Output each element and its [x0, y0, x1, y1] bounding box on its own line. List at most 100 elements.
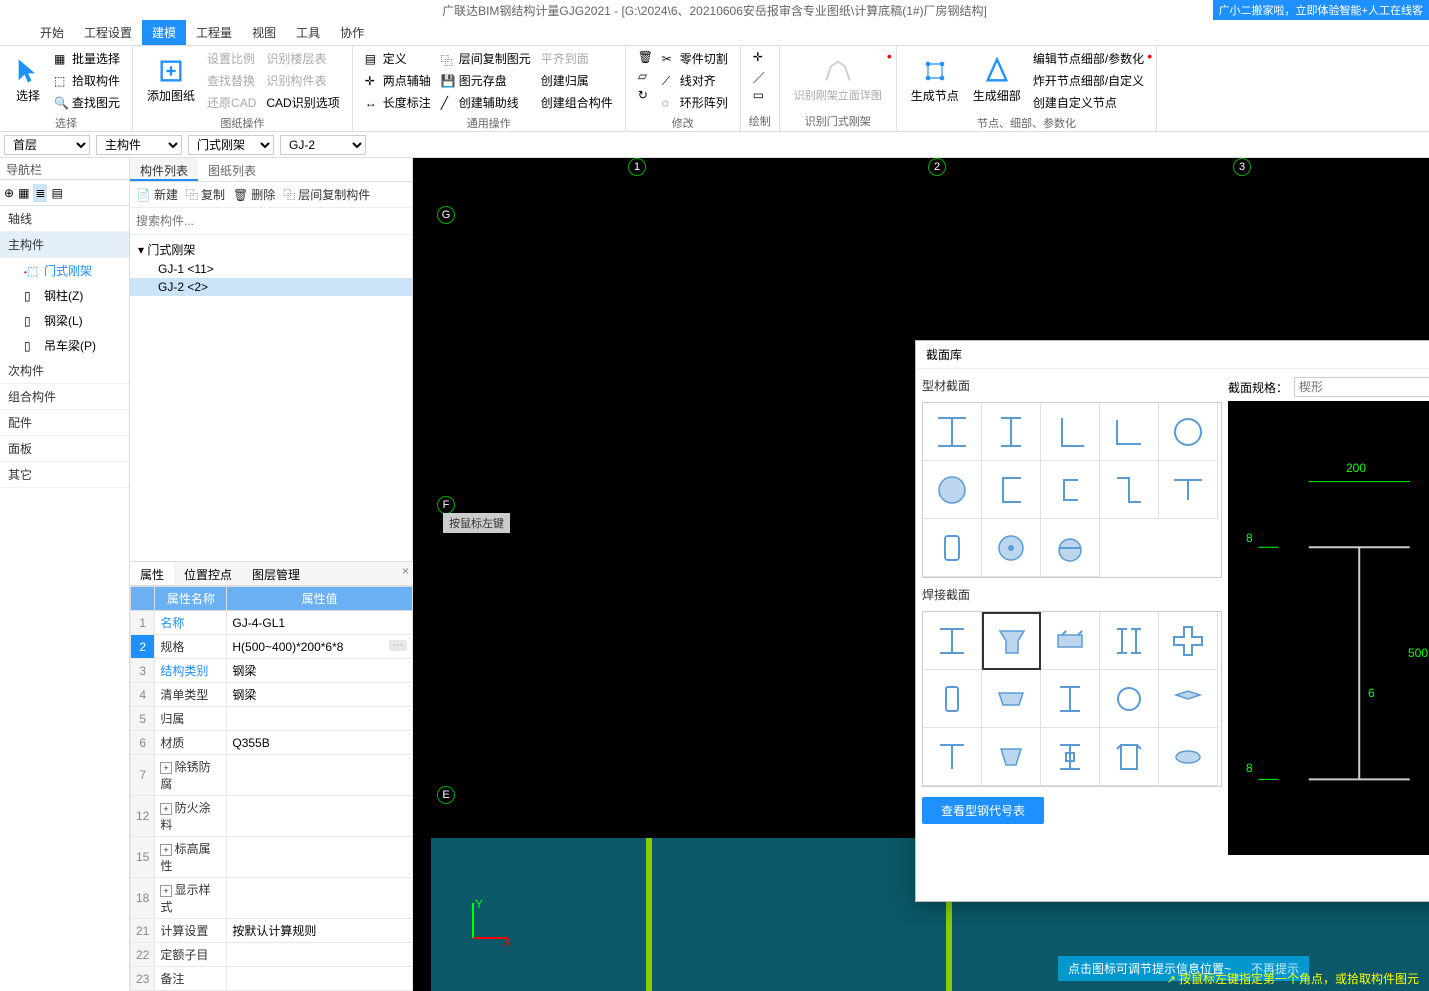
property-row[interactable]: 21计算设置按默认计算规则 [131, 919, 413, 943]
cad-options-button[interactable]: CAD识别选项 [262, 92, 343, 113]
property-row[interactable]: 3结构类别钢梁 [131, 659, 413, 683]
section-shape[interactable] [1100, 728, 1159, 786]
steel-code-link[interactable]: 查看型钢代号表 [922, 797, 1044, 824]
section-shape[interactable] [1100, 612, 1159, 670]
tab-drawing-list[interactable]: 图纸列表 [198, 158, 266, 181]
section-shape[interactable] [923, 612, 982, 670]
spec-input[interactable] [1294, 377, 1429, 397]
property-row[interactable]: 4清单类型钢梁 [131, 683, 413, 707]
property-row[interactable]: 23备注 [131, 967, 413, 991]
section-shape[interactable] [1041, 670, 1100, 728]
menu-tab-1[interactable]: 工程设置 [74, 20, 142, 45]
tab-member-list[interactable]: 构件列表 [130, 158, 198, 181]
section-shape[interactable] [982, 403, 1041, 461]
draw-line-button[interactable]: ／ [749, 67, 771, 85]
define-button[interactable]: ▤定义 [361, 48, 435, 69]
menu-tab-4[interactable]: 视图 [242, 20, 286, 45]
save-elem-button[interactable]: 💾图元存盘 [437, 70, 535, 91]
align-button[interactable]: 平齐到面 [537, 48, 617, 69]
nav-item[interactable]: ▯吊车梁(P) [0, 333, 129, 358]
nav-tool-icon[interactable]: ≣ [33, 184, 47, 202]
more-icon[interactable]: ⋯ [389, 640, 407, 651]
restore-cad-button[interactable]: 还原CAD [203, 92, 260, 113]
property-row[interactable]: 1名称GJ-4-GL1 [131, 611, 413, 635]
section-shape[interactable] [923, 670, 982, 728]
search-input[interactable] [134, 212, 408, 230]
section-shape[interactable] [982, 670, 1041, 728]
section-shape[interactable] [1041, 519, 1100, 577]
tab-position[interactable]: 位置控点 [174, 562, 242, 585]
section-shape[interactable] [1159, 612, 1218, 670]
line-align-button[interactable]: ⟋线对齐 [658, 70, 732, 91]
draw-rect-button[interactable]: ▭ [749, 86, 771, 104]
property-row[interactable]: 22定额子目 [131, 943, 413, 967]
section-shape[interactable] [1041, 461, 1100, 519]
tree-leaf[interactable]: GJ-2 <2> [130, 278, 412, 296]
nav-tool-icon[interactable]: ▦ [18, 186, 29, 200]
menu-tab-6[interactable]: 协作 [330, 20, 374, 45]
delete-member-button[interactable]: 🗑删除 [233, 186, 275, 203]
nav-tool-icon[interactable]: ▤ [51, 186, 62, 200]
draw-point-button[interactable]: ✛ [749, 48, 771, 66]
property-row[interactable]: 7+除锈防腐 [131, 755, 413, 796]
rotate-button[interactable]: ↻ [634, 86, 656, 104]
close-icon[interactable]: × [402, 564, 409, 578]
property-row[interactable]: 15+标高属性 [131, 837, 413, 878]
nav-category[interactable]: 配件 [0, 410, 129, 436]
nav-category[interactable]: 次构件 [0, 358, 129, 384]
property-row[interactable]: 12+防火涂料 [131, 796, 413, 837]
create-combo-button[interactable]: 创建组合构件 [537, 92, 617, 113]
find-element-button[interactable]: 🔍查找图元 [50, 92, 124, 113]
explode-node-button[interactable]: 炸开节点细部/自定义 [1029, 70, 1148, 91]
canvas[interactable]: 1 2 3 G F E 按鼠标左键 YX 点击图标可调节提示信息位置~ 不再提示… [413, 158, 1429, 991]
property-row[interactable]: 2规格H(500~400)*200*6*8⋯ [131, 635, 413, 659]
section-shape[interactable] [982, 728, 1041, 786]
section-shape[interactable] [923, 728, 982, 786]
property-row[interactable]: 6材质Q355B [131, 731, 413, 755]
ring-array-button[interactable]: ◌环形阵列 [658, 92, 732, 113]
section-shape[interactable] [1159, 403, 1218, 461]
section-shape[interactable] [1159, 461, 1218, 519]
nav-category[interactable]: 组合构件 [0, 384, 129, 410]
add-drawing-button[interactable]: 添加图纸 [141, 48, 201, 113]
property-row[interactable]: 5归属 [131, 707, 413, 731]
section-shape[interactable] [1041, 403, 1100, 461]
section-shape[interactable] [1100, 670, 1159, 728]
nav-category[interactable]: 其它 [0, 462, 129, 488]
two-axis-button[interactable]: ✛两点辅轴 [361, 70, 435, 91]
type-select[interactable]: 门式刚架 [188, 135, 274, 155]
new-member-button[interactable]: 📄新建 [136, 186, 178, 203]
section-shape[interactable] [1041, 612, 1100, 670]
set-scale-button[interactable]: 设置比例 [203, 48, 260, 69]
recog-portal-button[interactable]: 识别刚架立面详图 [788, 48, 888, 111]
section-shape[interactable] [982, 461, 1041, 519]
delete-button[interactable]: 🗑 [634, 48, 656, 66]
nav-category[interactable]: 轴线 [0, 206, 129, 232]
section-shape[interactable] [982, 612, 1041, 670]
promo-banner[interactable]: 广小二搬家啦，立即体验智能+人工在线客 [1213, 0, 1429, 20]
tree-leaf[interactable]: GJ-1 <11> [130, 260, 412, 278]
property-row[interactable]: 18+显示样式 [131, 878, 413, 919]
section-shape[interactable] [923, 519, 982, 577]
category-select[interactable]: 主构件 [96, 135, 182, 155]
section-shape[interactable] [1100, 403, 1159, 461]
tab-layers[interactable]: 图层管理 [242, 562, 310, 585]
recog-member-button[interactable]: 识别构件表 [262, 70, 343, 91]
nav-category[interactable]: 主构件 [0, 232, 129, 258]
find-replace-button[interactable]: 查找替换 [203, 70, 260, 91]
section-shape[interactable] [982, 519, 1041, 577]
menu-tab-2[interactable]: 建模 [142, 20, 186, 45]
menu-tab-5[interactable]: 工具 [286, 20, 330, 45]
section-shape[interactable] [923, 403, 982, 461]
mirror-button[interactable]: ▱ [634, 67, 656, 85]
batch-select-button[interactable]: ▦批量选择 [50, 48, 124, 69]
nav-item[interactable]: ▯钢梁(L) [0, 308, 129, 333]
gen-detail-button[interactable]: 生成细部 [967, 48, 1027, 113]
edit-node-button[interactable]: 编辑节点细部/参数化 [1029, 48, 1148, 69]
copy-member-button[interactable]: ⿻复制 [186, 186, 225, 203]
nav-category[interactable]: 面板 [0, 436, 129, 462]
menu-tab-0[interactable]: 开始 [30, 20, 74, 45]
section-shape[interactable] [1159, 670, 1218, 728]
section-shape[interactable] [1159, 728, 1218, 786]
nav-item[interactable]: •⬚门式刚架 [0, 258, 129, 283]
